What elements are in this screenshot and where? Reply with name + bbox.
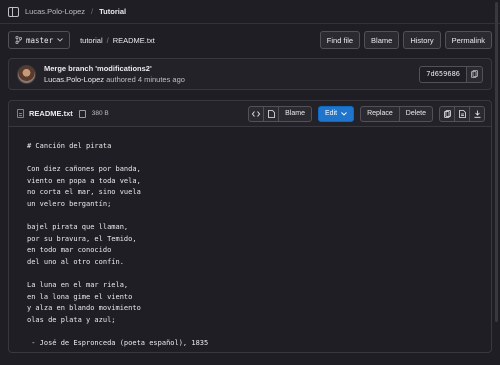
nav-actions: Find file Blame History Permalink [319, 31, 492, 49]
chevron-down-icon [341, 111, 347, 116]
commit-time: authored 4 minutes ago [106, 75, 185, 84]
path-file[interactable]: README.txt [113, 36, 155, 45]
replace-button[interactable]: Replace [360, 105, 400, 122]
last-commit-box: Merge branch 'modifications2' Lucas.Polo… [8, 58, 492, 90]
commit-sha-group: 7d659686 [419, 65, 483, 83]
path-dir[interactable]: tutorial [80, 36, 103, 45]
blame-button[interactable]: Blame [364, 31, 400, 49]
path-separator: / [106, 35, 109, 45]
code-icon [252, 110, 261, 117]
file-modify-group: Replace Delete [360, 105, 433, 122]
copy-icon [443, 109, 451, 118]
find-file-button[interactable]: Find file [319, 31, 361, 49]
breadcrumb-separator: / [91, 7, 94, 16]
branch-name: master [26, 35, 54, 45]
open-raw-button[interactable] [454, 105, 470, 122]
download-icon [474, 110, 480, 118]
copy-path-icon[interactable] [78, 109, 86, 118]
file-blame-button[interactable]: Blame [278, 105, 313, 122]
document-icon [267, 109, 275, 118]
branch-dropdown[interactable]: master [8, 31, 71, 49]
file-raw-icon [458, 109, 466, 118]
copy-contents-button[interactable] [439, 105, 455, 122]
file-path: tutorial / README.txt [80, 36, 155, 45]
avatar[interactable] [17, 64, 36, 84]
viewer-toggle-group: Blame [248, 105, 313, 122]
commit-info: Merge branch 'modifications2' Lucas.Polo… [44, 64, 185, 84]
file-content: # Canción del pirata Con diez cañones po… [27, 142, 209, 348]
history-button[interactable]: History [403, 31, 441, 49]
copy-icon [471, 70, 478, 78]
breadcrumb-project[interactable]: Tutorial [99, 7, 126, 16]
file-nav-row: master tutorial / README.txt Find file B… [8, 31, 492, 49]
file-name: README.txt [29, 109, 73, 118]
download-button[interactable] [469, 105, 485, 122]
delete-button[interactable]: Delete [398, 105, 433, 122]
commit-title[interactable]: Merge branch 'modifications2' [44, 64, 185, 73]
edit-label: Edit [325, 110, 338, 117]
display-source-button[interactable] [248, 105, 265, 122]
file-header: README.txt 380 B Blame Edit Replace Dele… [9, 101, 491, 127]
top-bar: Lucas.Polo-Lopez / Tutorial [0, 0, 500, 24]
commit-author[interactable]: Lucas.Polo-Lopez [44, 75, 104, 84]
permalink-button[interactable]: Permalink [444, 31, 492, 49]
edit-button[interactable]: Edit [318, 105, 355, 122]
chevron-down-icon [57, 38, 63, 42]
page-scrollbar[interactable] [495, 2, 498, 322]
branch-icon [15, 36, 22, 44]
file-tools-group [439, 105, 485, 122]
sidebar-toggle-icon[interactable] [8, 6, 19, 17]
commit-sha[interactable]: 7d659686 [419, 65, 467, 83]
file-text-icon [17, 109, 24, 118]
file-actions: Blame Edit Replace Delete [248, 105, 485, 122]
file-size: 380 B [91, 110, 109, 117]
copy-sha-button[interactable] [467, 65, 483, 83]
commit-meta: Lucas.Polo-Lopez authored 4 minutes ago [44, 75, 185, 84]
file-viewer: README.txt 380 B Blame Edit Replace Dele… [8, 100, 492, 353]
display-rendered-button[interactable] [263, 105, 280, 122]
breadcrumb-owner[interactable]: Lucas.Polo-Lopez [25, 7, 85, 16]
